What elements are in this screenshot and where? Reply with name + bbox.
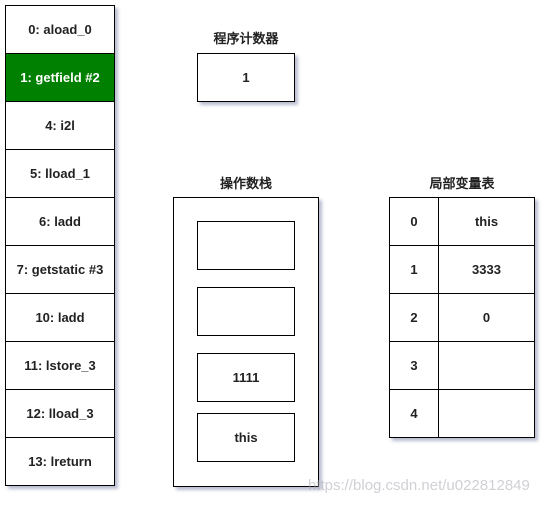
slot-value <box>439 390 534 437</box>
bytecode-instruction-list: 0: aload_0 1: getfield #2 4: i2l 5: lloa… <box>5 5 115 486</box>
operand-stack-slot: 1111 <box>197 353 295 402</box>
local-variable-table: 0 this 1 3333 2 0 3 4 <box>389 197 535 438</box>
instruction-row: 11: lstore_3 <box>6 341 114 389</box>
local-variable-row: 1 3333 <box>390 245 534 293</box>
operand-stack-slot <box>197 287 295 336</box>
local-variable-row: 4 <box>390 389 534 437</box>
slot-index: 2 <box>390 294 439 341</box>
local-variable-row: 0 this <box>390 198 534 245</box>
slot-value: 3333 <box>472 262 501 277</box>
watermark: https://blog.csdn.net/u022812849 <box>308 477 530 494</box>
slot-index: 3 <box>390 342 439 389</box>
operand-stack-slot: this <box>197 413 295 462</box>
slot-index: 4 <box>390 390 439 437</box>
slot-value: this <box>474 214 499 229</box>
instruction-row: 12: lload_3 <box>6 389 114 437</box>
instruction-row: 4: i2l <box>6 101 114 149</box>
slot-value: 0 <box>482 310 491 325</box>
operand-stack-title: 操作数栈 <box>219 177 272 192</box>
operand-stack-slot <box>197 221 295 270</box>
program-counter-title: 程序计数器 <box>213 32 279 47</box>
instruction-row: 6: ladd <box>6 197 114 245</box>
instruction-row: 5: lload_1 <box>6 149 114 197</box>
instruction-row: 13: lreturn <box>6 437 114 485</box>
instruction-row: 10: ladd <box>6 293 114 341</box>
instruction-row: 7: getstatic #3 <box>6 245 114 293</box>
slot-value <box>439 342 534 389</box>
local-variables-title: 局部变量表 <box>429 177 495 192</box>
slot-index: 0 <box>390 198 439 245</box>
program-counter-box: 1 <box>197 53 295 102</box>
instruction-row: 0: aload_0 <box>28 22 92 37</box>
instruction-row-current: 1: getfield #2 <box>6 53 114 101</box>
slot-index: 1 <box>390 246 439 293</box>
local-variable-row: 2 0 <box>390 293 534 341</box>
local-variable-row: 3 <box>390 341 534 389</box>
